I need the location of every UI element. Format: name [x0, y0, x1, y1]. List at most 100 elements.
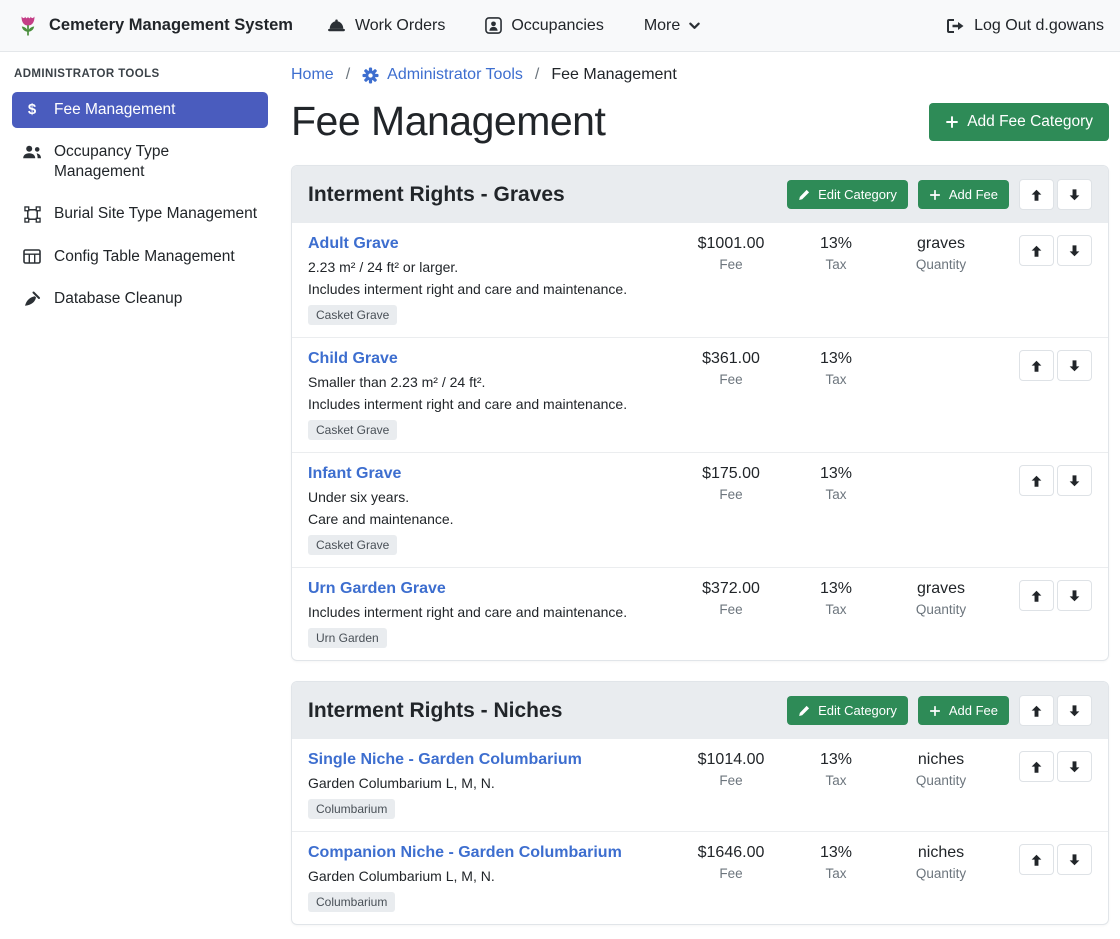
- fee-row: Infant Grave Under six years. Care and m…: [292, 452, 1108, 567]
- tax-label: Tax: [790, 487, 882, 502]
- dollar-icon: $: [22, 102, 42, 117]
- fee-description: Care and maintenance.: [308, 511, 672, 527]
- fee-name-link[interactable]: Urn Garden Grave: [308, 580, 446, 598]
- add-fee-button[interactable]: Add Fee: [918, 180, 1009, 209]
- fee-category-card-niches: Interment Rights - Niches Edit Category …: [291, 681, 1109, 925]
- move-category-down-button[interactable]: [1057, 695, 1092, 726]
- page-header: Fee Management Add Fee Category: [291, 98, 1109, 145]
- move-fee-up-button[interactable]: [1019, 235, 1054, 266]
- fee-description: Includes interment right and care and ma…: [308, 396, 672, 412]
- arrow-up-icon: [1030, 853, 1043, 867]
- fee-description: Includes interment right and care and ma…: [308, 604, 672, 620]
- pencil-icon: [798, 189, 810, 201]
- fee-name-link[interactable]: Companion Niche - Garden Columbarium: [308, 844, 622, 862]
- fee-description: Smaller than 2.23 m² / 24 ft².: [308, 374, 672, 390]
- move-fee-up-button[interactable]: [1019, 751, 1054, 782]
- fee-main: Child Grave Smaller than 2.23 m² / 24 ft…: [308, 350, 672, 440]
- quantity-label: Quantity: [882, 866, 1000, 881]
- move-category-down-button[interactable]: [1057, 179, 1092, 210]
- move-fee-up-button[interactable]: [1019, 580, 1054, 611]
- occupant-frame-icon: [485, 17, 502, 34]
- fee-amount: $1014.00: [672, 751, 790, 769]
- tax-label: Tax: [790, 602, 882, 617]
- fee-type-badge: Casket Grave: [308, 305, 397, 325]
- fee-name-link[interactable]: Child Grave: [308, 350, 398, 368]
- move-category-up-button[interactable]: [1019, 179, 1054, 210]
- move-fee-up-button[interactable]: [1019, 350, 1054, 381]
- fee-description: Includes interment right and care and ma…: [308, 281, 672, 297]
- fee-amount-stat: $1646.00 Fee: [672, 844, 790, 881]
- sidebar-item-fee-management[interactable]: $ Fee Management: [12, 92, 268, 128]
- fee-amount: $372.00: [672, 580, 790, 598]
- tax-stat: 13% Tax: [790, 465, 882, 502]
- arrow-up-icon: [1030, 244, 1043, 258]
- fee-reorder-controls: [1019, 465, 1092, 496]
- tulip-logo-icon: [16, 14, 40, 38]
- move-fee-up-button[interactable]: [1019, 465, 1054, 496]
- edit-category-button[interactable]: Edit Category: [787, 180, 908, 209]
- add-fee-category-button[interactable]: Add Fee Category: [929, 103, 1109, 141]
- broom-icon: [22, 291, 42, 307]
- arrow-down-icon: [1068, 359, 1081, 373]
- fee-row: Urn Garden Grave Includes interment righ…: [292, 567, 1108, 660]
- sidebar-item-database-cleanup[interactable]: Database Cleanup: [12, 281, 268, 317]
- sidebar-item-config-table-management[interactable]: Config Table Management: [12, 239, 268, 275]
- fee-name-link[interactable]: Adult Grave: [308, 235, 399, 253]
- fee-reorder-controls: [1019, 350, 1092, 381]
- fee-row: Single Niche - Garden Columbarium Garden…: [292, 739, 1108, 831]
- move-fee-down-button[interactable]: [1057, 350, 1092, 381]
- fee-name-link[interactable]: Infant Grave: [308, 465, 401, 483]
- fee-amount-stat: $361.00 Fee: [672, 350, 790, 387]
- tax-value: 13%: [790, 235, 882, 253]
- sidebar-item-label: Fee Management: [54, 100, 176, 120]
- move-fee-down-button[interactable]: [1057, 751, 1092, 782]
- breadcrumb-home-link[interactable]: Home: [291, 66, 334, 84]
- quantity-stat: graves Quantity: [882, 580, 1000, 617]
- tax-value: 13%: [790, 580, 882, 598]
- move-fee-down-button[interactable]: [1057, 465, 1092, 496]
- breadcrumb-admin-tools-link[interactable]: Administrator Tools: [362, 66, 523, 84]
- arrow-down-icon: [1068, 244, 1081, 258]
- nav-more-label: More: [644, 17, 680, 35]
- fee-amount-label: Fee: [672, 773, 790, 788]
- nav-work-orders[interactable]: Work Orders: [327, 17, 445, 35]
- tax-stat: 13% Tax: [790, 751, 882, 788]
- hard-hat-icon: [327, 18, 346, 34]
- quantity-stat: niches Quantity: [882, 844, 1000, 881]
- arrow-up-icon: [1030, 474, 1043, 488]
- fee-row: Companion Niche - Garden Columbarium Gar…: [292, 831, 1108, 924]
- sidebar-item-burial-site-type-management[interactable]: Burial Site Type Management: [12, 196, 268, 232]
- fee-amount-stat: $372.00 Fee: [672, 580, 790, 617]
- quantity-value: graves: [882, 580, 1000, 598]
- nav-occupancies[interactable]: Occupancies: [485, 17, 604, 35]
- arrow-down-icon: [1068, 704, 1081, 718]
- move-fee-down-button[interactable]: [1057, 235, 1092, 266]
- sidebar-item-label: Database Cleanup: [54, 289, 182, 309]
- fee-amount: $1646.00: [672, 844, 790, 862]
- nav-more[interactable]: More: [644, 17, 700, 35]
- quantity-label: Quantity: [882, 602, 1000, 617]
- plus-icon: [945, 115, 959, 129]
- arrow-up-icon: [1030, 589, 1043, 603]
- tax-value: 13%: [790, 465, 882, 483]
- fee-main: Single Niche - Garden Columbarium Garden…: [308, 751, 672, 819]
- quantity-value: niches: [882, 751, 1000, 769]
- sidebar-item-occupancy-type-management[interactable]: Occupancy Type Management: [12, 134, 268, 190]
- edit-category-button[interactable]: Edit Category: [787, 696, 908, 725]
- move-fee-up-button[interactable]: [1019, 844, 1054, 875]
- tax-label: Tax: [790, 372, 882, 387]
- fee-name-link[interactable]: Single Niche - Garden Columbarium: [308, 751, 582, 769]
- logout-link[interactable]: Log Out d.gowans: [946, 17, 1104, 35]
- move-fee-down-button[interactable]: [1057, 844, 1092, 875]
- quantity-value: graves: [882, 235, 1000, 253]
- move-fee-down-button[interactable]: [1057, 580, 1092, 611]
- fee-description: Garden Columbarium L, M, N.: [308, 868, 672, 884]
- move-category-up-button[interactable]: [1019, 695, 1054, 726]
- add-fee-button[interactable]: Add Fee: [918, 696, 1009, 725]
- edit-category-label: Edit Category: [818, 187, 897, 202]
- table-icon: [22, 249, 42, 264]
- category-reorder-controls: [1019, 179, 1092, 210]
- app-brand[interactable]: Cemetery Management System: [16, 14, 293, 38]
- category-reorder-controls: [1019, 695, 1092, 726]
- admin-sidebar: ADMINISTRATOR TOOLS $ Fee Management Occ…: [0, 52, 280, 339]
